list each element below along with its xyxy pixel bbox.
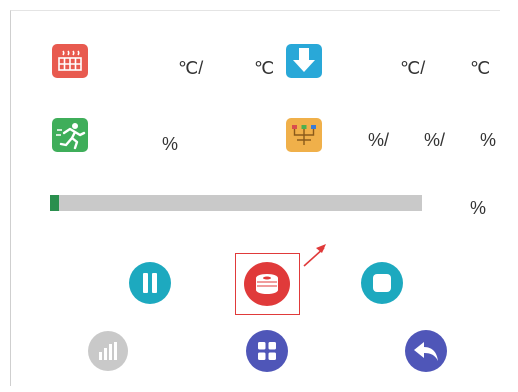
pause-icon: [143, 273, 157, 293]
menu-button[interactable]: [246, 330, 288, 372]
print-progress-bar: [50, 195, 422, 211]
fan-separator-1: %/: [368, 130, 390, 150]
fan-icon: [286, 118, 322, 152]
fan-separator-2: %/: [424, 130, 446, 150]
nozzle-temp-separator: ℃/: [400, 58, 426, 78]
filament-button[interactable]: [244, 262, 290, 306]
bed-temp-separator: ℃/: [178, 58, 204, 78]
back-arrow-icon: [414, 342, 438, 361]
stats-button[interactable]: [88, 331, 128, 371]
heated-bed-icon: [52, 44, 88, 78]
back-button[interactable]: [405, 330, 447, 372]
speed-unit: %: [162, 134, 179, 154]
stop-icon: [373, 274, 391, 292]
grid-menu-icon: [258, 342, 276, 360]
print-progress-fill: [50, 195, 60, 211]
callout-arrow-icon: [303, 244, 326, 267]
progress-unit: %: [470, 198, 487, 218]
filament-spool-icon: [256, 274, 278, 294]
nozzle-temp-unit: ℃: [470, 58, 491, 78]
running-man-icon: [52, 118, 88, 152]
fan-unit: %: [480, 130, 497, 150]
bar-chart-icon: [99, 342, 117, 360]
nozzle-icon: [286, 44, 322, 78]
stop-button[interactable]: [361, 262, 403, 304]
pause-button[interactable]: [129, 262, 171, 304]
bed-temp-unit: ℃: [254, 58, 275, 78]
